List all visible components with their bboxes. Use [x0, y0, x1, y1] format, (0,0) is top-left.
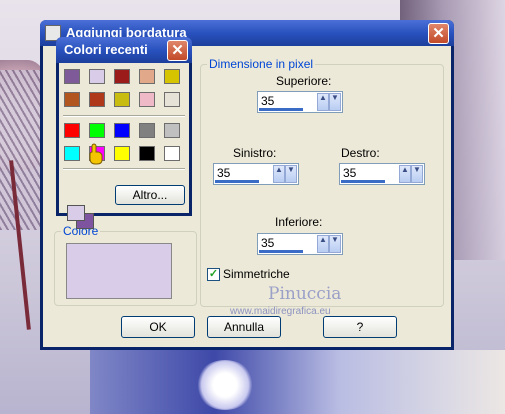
- left-label: Sinistro:: [233, 146, 277, 160]
- more-colors-button[interactable]: Altro...: [115, 185, 185, 205]
- background-image-kimono: [90, 350, 505, 414]
- recent-swatch[interactable]: [64, 92, 80, 107]
- recent-swatch[interactable]: [164, 92, 180, 107]
- help-button[interactable]: ?: [323, 316, 397, 338]
- top-down-arrow-icon[interactable]: ▼: [329, 93, 341, 111]
- swatch-separator-bottom: [63, 168, 185, 170]
- ok-button[interactable]: OK: [121, 316, 195, 338]
- basic-swatch[interactable]: [114, 123, 130, 138]
- recent-swatch[interactable]: [89, 92, 105, 107]
- symmetric-checkbox[interactable]: ✓: [207, 268, 220, 281]
- popup-body: Altro...: [59, 63, 189, 229]
- recent-swatch[interactable]: [139, 69, 155, 84]
- bottom-up-arrow-icon[interactable]: ▲: [317, 235, 329, 253]
- cancel-button[interactable]: Annulla: [207, 316, 281, 338]
- recent-swatch[interactable]: [89, 69, 105, 84]
- basic-swatch[interactable]: [89, 123, 105, 138]
- popup-title: Colori recenti: [64, 42, 148, 57]
- border-color-swatch[interactable]: [66, 243, 172, 299]
- watermark-url: www.maidiregrafica.eu: [230, 306, 331, 317]
- popup-close-button[interactable]: ✕: [167, 40, 188, 61]
- top-spinbox[interactable]: 35 ▲ ▼: [257, 91, 343, 113]
- foreground-color-swatch[interactable]: [67, 205, 85, 221]
- top-value: 35: [261, 94, 275, 108]
- right-up-arrow-icon[interactable]: ▲: [399, 165, 411, 183]
- basic-swatch[interactable]: [139, 123, 155, 138]
- recent-swatch[interactable]: [114, 69, 130, 84]
- recent-swatch[interactable]: [139, 92, 155, 107]
- top-up-arrow-icon[interactable]: ▲: [317, 93, 329, 111]
- dimension-group-label: Dimensione in pixel: [207, 57, 316, 71]
- recent-colors-popup: Colori recenti ✕ Altro...: [56, 37, 192, 229]
- basic-swatch[interactable]: [114, 146, 130, 161]
- basic-swatch[interactable]: [139, 146, 155, 161]
- bottom-down-arrow-icon[interactable]: ▼: [329, 235, 341, 253]
- left-up-arrow-icon[interactable]: ▲: [273, 165, 285, 183]
- background-image-flower: [195, 360, 255, 410]
- right-spinbox[interactable]: 35 ▲ ▼: [339, 163, 425, 185]
- bottom-slider-bar[interactable]: [259, 250, 303, 253]
- basic-swatch[interactable]: [64, 146, 80, 161]
- right-down-arrow-icon[interactable]: ▼: [411, 165, 423, 183]
- left-value: 35: [217, 166, 231, 180]
- dimension-group: Dimensione in pixel Superiore: 35 ▲ ▼ Si…: [200, 57, 444, 307]
- popup-title-bar[interactable]: Colori recenti ✕: [56, 37, 192, 63]
- top-label: Superiore:: [276, 74, 332, 88]
- dialog-close-button[interactable]: ✕: [428, 23, 449, 44]
- watermark-text: Pinuccia: [268, 284, 342, 304]
- left-spinbox[interactable]: 35 ▲ ▼: [213, 163, 299, 185]
- right-value: 35: [343, 166, 357, 180]
- right-label: Destro:: [341, 146, 380, 160]
- symmetric-label[interactable]: Simmetriche: [223, 267, 290, 281]
- bottom-label: Inferiore:: [275, 215, 323, 229]
- basic-swatch[interactable]: [164, 123, 180, 138]
- bottom-spinbox[interactable]: 35 ▲ ▼: [257, 233, 343, 255]
- recent-swatch[interactable]: [114, 92, 130, 107]
- bottom-value: 35: [261, 236, 275, 250]
- left-down-arrow-icon[interactable]: ▼: [285, 165, 297, 183]
- hand-cursor-icon: [89, 143, 103, 165]
- recent-swatch[interactable]: [64, 69, 80, 84]
- basic-swatch[interactable]: [164, 146, 180, 161]
- left-slider-bar[interactable]: [215, 180, 259, 183]
- right-slider-bar[interactable]: [341, 180, 385, 183]
- basic-swatch[interactable]: [64, 123, 80, 138]
- recent-swatch[interactable]: [164, 69, 180, 84]
- top-slider-bar[interactable]: [259, 108, 303, 111]
- swatch-separator: [63, 115, 185, 117]
